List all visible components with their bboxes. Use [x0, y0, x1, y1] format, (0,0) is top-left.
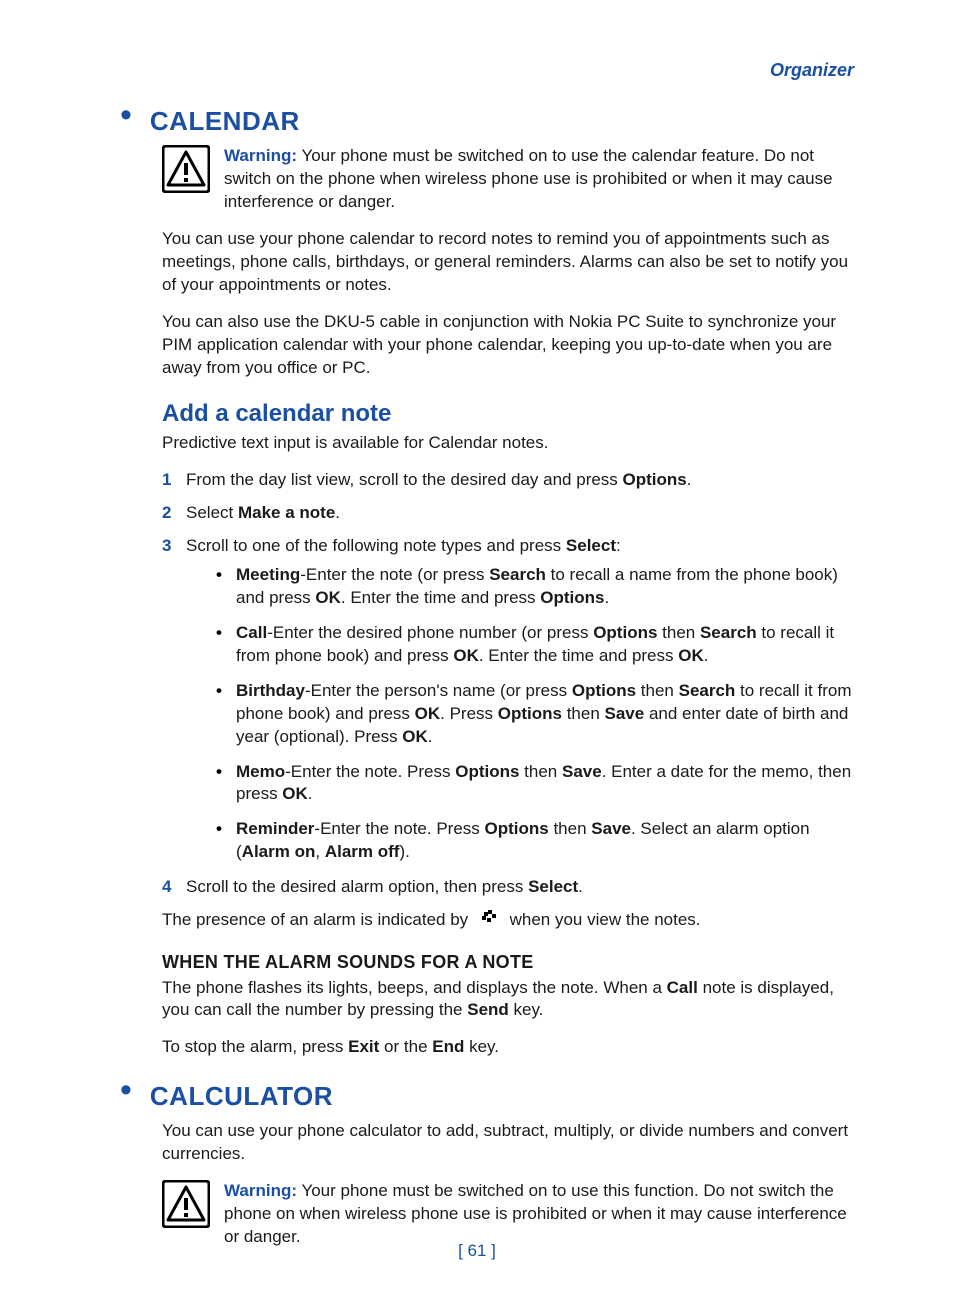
note-type-item: Birthday-Enter the person's name (or pre…	[216, 680, 854, 749]
step-number: 3	[162, 535, 171, 558]
subsection-heading: Add a calendar note	[162, 398, 854, 430]
warning-body: Your phone must be switched on to use th…	[224, 146, 833, 211]
note-type-item: Call-Enter the desired phone number (or …	[216, 622, 854, 668]
paragraph: You can use your phone calculator to add…	[162, 1120, 854, 1166]
page: Organizer • CALENDAR Warning: Your phone…	[0, 0, 954, 1303]
section-title: CALCULATOR	[150, 1079, 333, 1114]
chapter-label: Organizer	[120, 58, 854, 82]
step-item: 4 Scroll to the desired alarm option, the…	[162, 876, 854, 899]
section-heading-calendar: • CALENDAR	[120, 104, 854, 139]
step-number: 2	[162, 502, 171, 525]
warning-icon	[162, 145, 210, 214]
step-number: 1	[162, 469, 171, 492]
note-types-list: Meeting-Enter the note (or press Search …	[216, 564, 854, 864]
alarm-indicator-paragraph: The presence of an alarm is indicated by…	[162, 909, 854, 932]
note-type-item: Meeting-Enter the note (or press Search …	[216, 564, 854, 610]
step-text: Scroll to the desired alarm option, then…	[186, 877, 583, 896]
calculator-section-body: You can use your phone calculator to add…	[162, 1120, 854, 1249]
step-text: From the day list view, scroll to the de…	[186, 470, 691, 489]
page-number: [ 61 ]	[0, 1240, 954, 1263]
subsubsection-heading: WHEN THE ALARM SOUNDS FOR A NOTE	[162, 950, 854, 974]
paragraph: To stop the alarm, press Exit or the End…	[162, 1036, 854, 1059]
warning-text: Warning: Your phone must be switched on …	[224, 1180, 854, 1249]
calendar-section-body: Warning: Your phone must be switched on …	[162, 145, 854, 1059]
warning-block: Warning: Your phone must be switched on …	[162, 1180, 854, 1249]
step-text: Scroll to one of the following note type…	[186, 536, 621, 555]
step-item: 1 From the day list view, scroll to the d…	[162, 469, 854, 492]
warning-icon	[162, 1180, 210, 1249]
paragraph: You can also use the DKU-5 cable in conj…	[162, 311, 854, 380]
warning-body: Your phone must be switched on to use th…	[224, 1181, 847, 1246]
paragraph: The phone flashes its lights, beeps, and…	[162, 977, 854, 1023]
step-number: 4	[162, 876, 171, 899]
paragraph: Predictive text input is available for C…	[162, 432, 854, 455]
step-item: 2 Select Make a note.	[162, 502, 854, 525]
alarm-indicator-icon	[479, 909, 499, 932]
warning-label: Warning:	[224, 146, 297, 165]
paragraph: You can use your phone calendar to recor…	[162, 228, 854, 297]
warning-text: Warning: Your phone must be switched on …	[224, 145, 854, 214]
section-heading-calculator: • CALCULATOR	[120, 1079, 854, 1114]
step-text: Select Make a note.	[186, 503, 340, 522]
note-type-item: Reminder-Enter the note. Press Options t…	[216, 818, 854, 864]
warning-label: Warning:	[224, 1181, 297, 1200]
warning-block: Warning: Your phone must be switched on …	[162, 145, 854, 214]
steps-list: 1 From the day list view, scroll to the d…	[162, 469, 854, 899]
step-item: 3 Scroll to one of the following note typ…	[162, 535, 854, 864]
section-title: CALENDAR	[150, 104, 300, 139]
note-type-item: Memo-Enter the note. Press Options then …	[216, 761, 854, 807]
